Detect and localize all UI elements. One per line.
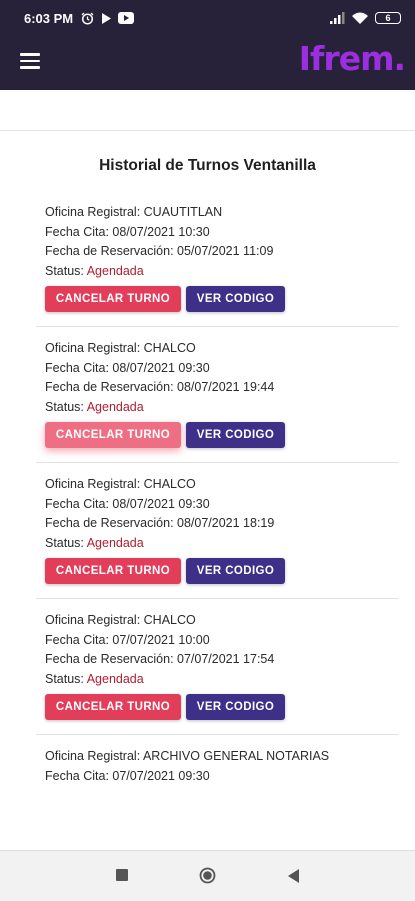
status-line: Status: Agendada xyxy=(45,262,399,282)
oficina-registral-line-value: ARCHIVO GENERAL NOTARIAS xyxy=(142,749,330,763)
app-bar: Ifrem. xyxy=(0,36,415,90)
battery-level: 6 xyxy=(385,13,391,23)
fecha-reservacion-line-value: 07/07/2021 17:54 xyxy=(177,652,275,666)
fecha-cita-line-value: 08/07/2021 09:30 xyxy=(112,496,210,511)
fecha-cita-line-label: Fecha Cita: xyxy=(45,224,113,239)
oficina-registral-line-label: Oficina Registral: xyxy=(45,749,143,763)
cancel-turn-button[interactable]: CANCELAR TURNO xyxy=(45,558,181,584)
fecha-reservacion-line: Fecha de Reservación: 05/07/2021 11:09 xyxy=(45,242,399,262)
cancel-turn-button[interactable]: CANCELAR TURNO xyxy=(45,286,181,312)
fecha-cita-line: Fecha Cita: 07/07/2021 10:00 xyxy=(45,631,399,651)
fecha-reservacion-line-label: Fecha de Reservación: xyxy=(45,516,178,530)
appointment-card: Oficina Registral: CHALCO Fecha Cita: 07/… xyxy=(36,599,399,735)
appointment-card: Oficina Registral: CHALCO Fecha Cita: 08/… xyxy=(36,327,399,463)
back-icon[interactable] xyxy=(286,868,300,884)
view-code-button[interactable]: VER CODIGO xyxy=(186,558,285,584)
hamburger-menu-icon[interactable] xyxy=(20,53,40,69)
top-blank-strip xyxy=(0,90,415,131)
home-icon[interactable] xyxy=(199,867,216,884)
status-bar: 6:03 PM 6 xyxy=(0,0,415,36)
oficina-registral-line-label: Oficina Registral: xyxy=(45,613,144,627)
fecha-cita-line-value: 08/07/2021 09:30 xyxy=(112,360,210,375)
fecha-reservacion-line: Fecha de Reservación: 08/07/2021 19:44 xyxy=(45,378,399,398)
status-line: Status: Agendada xyxy=(45,398,399,418)
fecha-cita-line-label: Fecha Cita: xyxy=(45,632,113,647)
view-code-button[interactable]: VER CODIGO xyxy=(186,422,285,448)
appointment-card: Oficina Registral: ARCHIVO GENERAL NOTAR… xyxy=(36,735,399,800)
cancel-turn-button[interactable]: CANCELAR TURNO xyxy=(45,422,181,448)
status-time: 6:03 PM xyxy=(24,10,74,26)
youtube-icon xyxy=(118,12,135,24)
fecha-cita-line-label: Fecha Cita: xyxy=(45,496,113,511)
fecha-reservacion-line: Fecha de Reservación: 08/07/2021 18:19 xyxy=(45,514,399,534)
card-actions: CANCELAR TURNO VER CODIGO xyxy=(45,694,399,720)
fecha-cita-line-value: 07/07/2021 09:30 xyxy=(112,768,210,783)
ifrem-logo: Ifrem. xyxy=(298,39,406,78)
fecha-reservacion-line: Fecha de Reservación: 07/07/2021 17:54 xyxy=(45,650,399,670)
oficina-registral-line-label: Oficina Registral: xyxy=(45,205,144,219)
oficina-registral-line-value: CHALCO xyxy=(143,341,196,355)
card-actions: CANCELAR TURNO VER CODIGO xyxy=(45,558,399,584)
status-line: Status: Agendada xyxy=(45,670,399,690)
fecha-cita-line-value: 07/07/2021 10:00 xyxy=(112,632,210,647)
signal-icon xyxy=(330,12,345,24)
status-line-value: Agendada xyxy=(86,399,144,414)
recent-apps-icon[interactable] xyxy=(116,869,128,881)
alarm-icon xyxy=(81,12,94,25)
status-line: Status: Agendada xyxy=(45,534,399,554)
oficina-registral-line-label: Oficina Registral: xyxy=(45,341,144,355)
oficina-registral-line: Oficina Registral: CHALCO xyxy=(45,611,399,631)
fecha-reservacion-line-label: Fecha de Reservación: xyxy=(45,652,178,666)
card-actions: CANCELAR TURNO VER CODIGO xyxy=(45,286,399,312)
appointments-list: Oficina Registral: CUAUTITLAN Fecha Cita:… xyxy=(0,191,415,800)
appointments-content[interactable]: Historial de Turnos Ventanilla Oficina R… xyxy=(0,131,415,850)
fecha-cita-line-label: Fecha Cita: xyxy=(45,360,113,375)
fecha-cita-line: Fecha Cita: 08/07/2021 09:30 xyxy=(45,495,399,515)
view-code-button[interactable]: VER CODIGO xyxy=(186,286,285,312)
system-nav-bar xyxy=(0,850,415,901)
fecha-reservacion-line-value: 08/07/2021 19:44 xyxy=(177,380,275,394)
battery-icon: 6 xyxy=(375,12,401,24)
fecha-cita-line: Fecha Cita: 08/07/2021 10:30 xyxy=(45,223,399,243)
status-line-label: Status: xyxy=(45,399,87,414)
status-line-value: Agendada xyxy=(86,263,144,278)
cancel-turn-button[interactable]: CANCELAR TURNO xyxy=(45,694,181,720)
fecha-reservacion-line-value: 08/07/2021 18:19 xyxy=(177,516,275,530)
fecha-cita-line-value: 08/07/2021 10:30 xyxy=(112,224,210,239)
fecha-cita-line-label: Fecha Cita: xyxy=(45,768,113,783)
card-actions: CANCELAR TURNO VER CODIGO xyxy=(45,422,399,448)
view-code-button[interactable]: VER CODIGO xyxy=(186,694,285,720)
status-line-value: Agendada xyxy=(86,535,144,550)
status-line-label: Status: xyxy=(45,535,87,550)
fecha-cita-line: Fecha Cita: 07/07/2021 09:30 xyxy=(45,767,399,787)
oficina-registral-line: Oficina Registral: CUAUTITLAN xyxy=(45,203,399,223)
fecha-cita-line: Fecha Cita: 08/07/2021 09:30 xyxy=(45,359,399,379)
oficina-registral-line-value: CHALCO xyxy=(143,477,196,491)
oficina-registral-line: Oficina Registral: CHALCO xyxy=(45,339,399,359)
fecha-reservacion-line-value: 05/07/2021 11:09 xyxy=(177,244,274,258)
oficina-registral-line: Oficina Registral: ARCHIVO GENERAL NOTAR… xyxy=(45,747,399,767)
oficina-registral-line-value: CUAUTITLAN xyxy=(143,205,223,219)
status-line-value: Agendada xyxy=(86,671,144,686)
oficina-registral-line-label: Oficina Registral: xyxy=(45,477,144,491)
wifi-icon xyxy=(352,12,368,24)
fecha-reservacion-line-label: Fecha de Reservación: xyxy=(45,380,178,394)
status-line-label: Status: xyxy=(45,263,87,278)
oficina-registral-line: Oficina Registral: CHALCO xyxy=(45,475,399,495)
appointment-card: Oficina Registral: CUAUTITLAN Fecha Cita:… xyxy=(36,191,399,327)
page-title: Historial de Turnos Ventanilla xyxy=(99,157,316,174)
appointment-card: Oficina Registral: CHALCO Fecha Cita: 08/… xyxy=(36,463,399,599)
fecha-reservacion-line-label: Fecha de Reservación: xyxy=(45,244,178,258)
oficina-registral-line-value: CHALCO xyxy=(143,613,196,627)
status-line-label: Status: xyxy=(45,671,87,686)
app-notification-icon xyxy=(102,12,112,24)
